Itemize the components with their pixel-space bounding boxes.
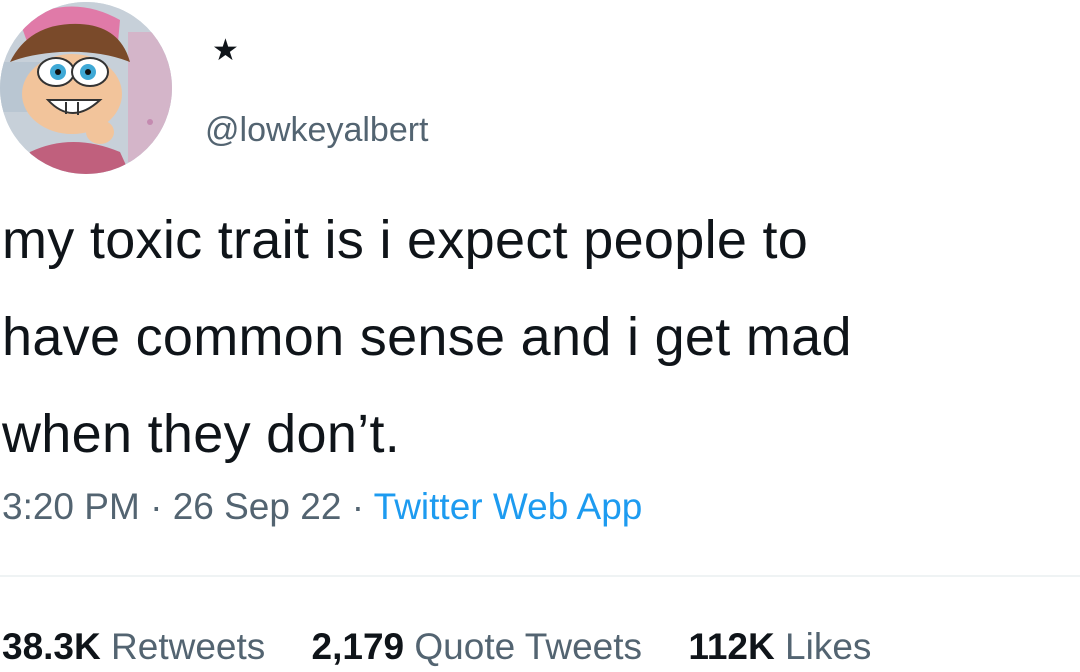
tweet-date[interactable]: 26 Sep 22: [173, 486, 342, 527]
tweet-text-line: when they don’t.: [2, 404, 401, 464]
engagement-stats: 38.3K Retweets 2,179 Quote Tweets 112K L…: [2, 624, 871, 670]
user-handle[interactable]: @lowkeyalbert: [205, 110, 429, 150]
separator-dot: ·: [150, 486, 163, 527]
likes-label: Likes: [785, 626, 872, 667]
quote-tweets-label: Quote Tweets: [414, 626, 643, 667]
avatar[interactable]: [0, 2, 172, 174]
retweets-count: 38.3K: [2, 626, 101, 667]
quote-tweets-stat[interactable]: 2,179 Quote Tweets: [312, 624, 643, 670]
tweet-time[interactable]: 3:20 PM: [2, 486, 140, 527]
tweet-text: my toxic trait is i expect people to hav…: [2, 192, 1077, 483]
separator-dot: ·: [351, 486, 365, 527]
display-name[interactable]: ★: [212, 36, 239, 66]
likes-count: 112K: [688, 626, 775, 667]
divider: [0, 575, 1080, 577]
tweet-source-link[interactable]: Twitter Web App: [374, 486, 643, 527]
tweet-text-line: have common sense and i get mad: [2, 307, 852, 367]
retweets-label: Retweets: [111, 626, 266, 667]
quote-tweets-count: 2,179: [311, 626, 405, 667]
tweet-metadata: 3:20 PM · 26 Sep 22 · Twitter Web App: [2, 484, 642, 530]
likes-stat[interactable]: 112K Likes: [688, 624, 871, 670]
tweet-text-line: my toxic trait is i expect people to: [2, 210, 809, 270]
retweets-stat[interactable]: 38.3K Retweets: [2, 624, 265, 670]
cartoon-character-avatar-icon: [0, 2, 172, 174]
